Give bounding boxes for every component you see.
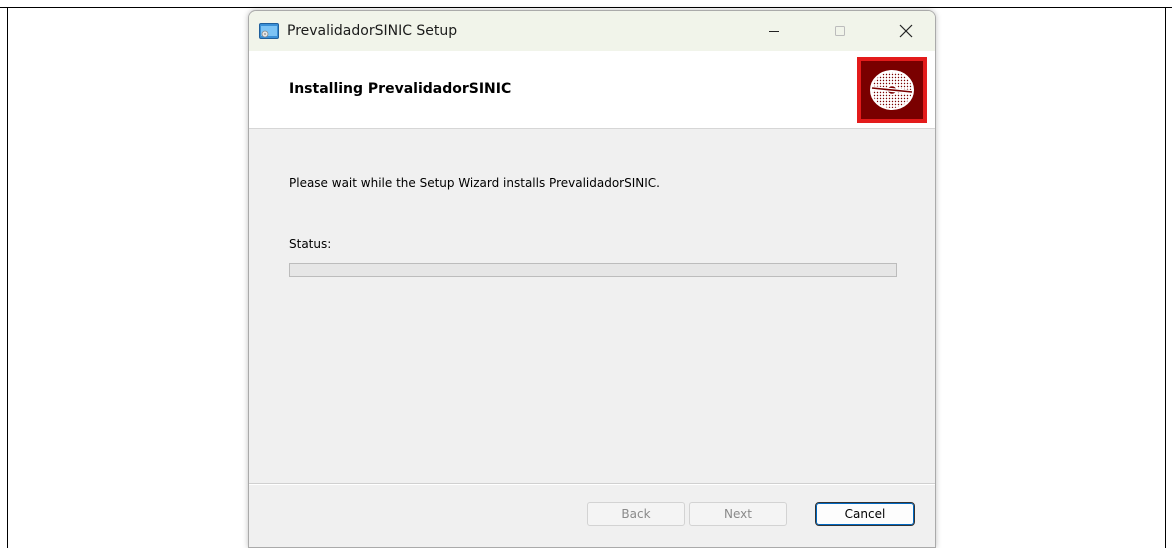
wizard-header: Installing PrevalidadorSINIC	[249, 51, 935, 129]
disc-icon	[870, 70, 914, 110]
minimize-button[interactable]	[751, 11, 797, 51]
install-message: Please wait while the Setup Wizard insta…	[289, 176, 660, 190]
page-title: Installing PrevalidadorSINIC	[289, 81, 512, 97]
cancel-button[interactable]: Cancel	[815, 502, 915, 526]
installer-app-icon	[259, 23, 279, 39]
title-bar[interactable]: PrevalidadorSINIC Setup	[249, 11, 935, 51]
status-label: Status:	[289, 237, 332, 251]
screenshot-frame-right	[1165, 7, 1166, 548]
maximize-button[interactable]	[817, 11, 863, 51]
screenshot-frame-left	[7, 7, 8, 548]
minimize-icon	[769, 31, 779, 32]
install-progress-bar	[289, 263, 897, 277]
window-title: PrevalidadorSINIC Setup	[287, 23, 458, 39]
maximize-icon	[835, 26, 845, 36]
screenshot-frame-top	[0, 7, 1172, 8]
setup-window: PrevalidadorSINIC Setup Installing Preva…	[248, 10, 936, 548]
installer-logo	[857, 57, 927, 123]
back-button[interactable]: Back	[587, 502, 685, 526]
footer-divider-highlight	[249, 484, 935, 485]
next-button[interactable]: Next	[689, 502, 787, 526]
close-icon	[899, 24, 913, 38]
close-button[interactable]	[883, 11, 929, 51]
